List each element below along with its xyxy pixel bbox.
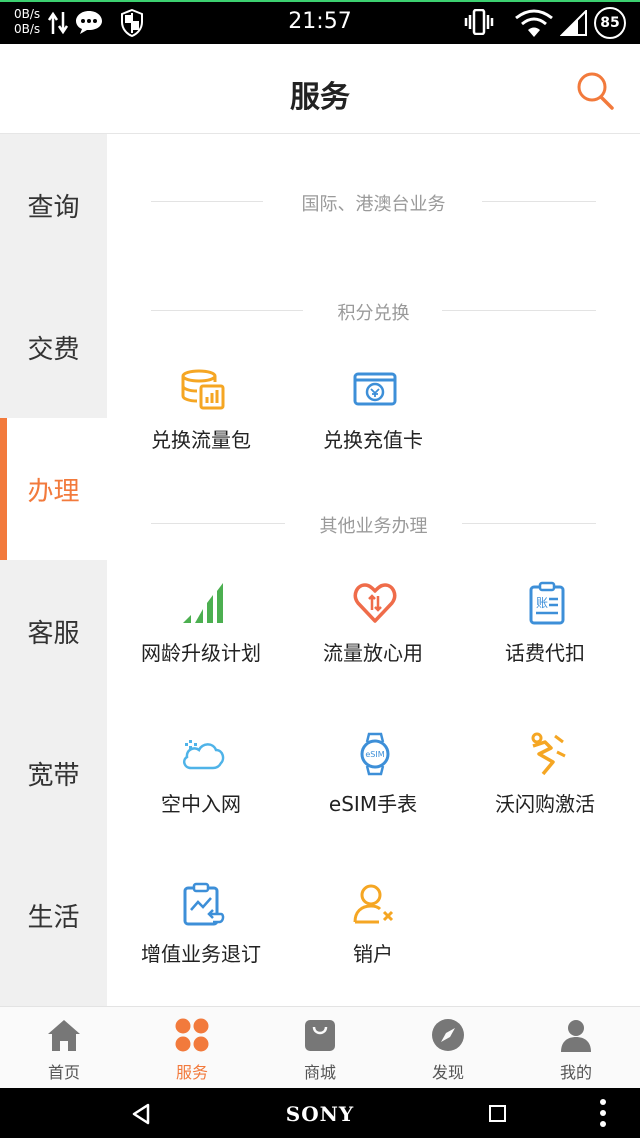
service-label: 沃闪购激活 <box>495 792 595 816</box>
service-label: 兑换流量包 <box>151 428 251 452</box>
service-exchange-data-package[interactable]: 兑换流量包 <box>115 368 287 468</box>
service-label: eSIM手表 <box>328 792 418 816</box>
service-label: 增值业务退订 <box>141 942 261 966</box>
compass-icon <box>432 1019 464 1051</box>
data-package-icon <box>181 369 225 410</box>
shop-bag-icon <box>305 1020 335 1051</box>
tab-label: 发现 <box>431 1063 464 1082</box>
service-exchange-recharge-card[interactable]: 兑换充值卡 <box>287 368 459 468</box>
status-bar: 0B/s 0B/s 21:57 85 <box>0 0 640 44</box>
cloud-icon <box>182 740 225 770</box>
service-vas-unsubscribe[interactable]: 增值业务退订 <box>115 882 287 982</box>
tab-mall[interactable]: 商城 <box>256 1007 384 1089</box>
service-label: 兑换充值卡 <box>323 428 423 452</box>
sidebar-item-query[interactable]: 查询 <box>0 134 107 276</box>
tab-discover[interactable]: 发现 <box>384 1007 512 1089</box>
sidebar-item-customer-service[interactable]: 客服 <box>0 560 107 702</box>
section-title-other: 其他业务办理 <box>319 516 428 537</box>
recent-apps-icon[interactable] <box>489 1105 506 1122</box>
service-cancel-account[interactable]: 销户 <box>287 882 459 982</box>
heart-data-icon <box>353 583 397 623</box>
service-network-age-upgrade[interactable]: 网龄升级计划 <box>115 581 287 681</box>
overflow-menu-icon[interactable] <box>600 1098 606 1128</box>
signal-icon <box>560 10 587 36</box>
service-bill-autopay[interactable]: 账 话费代扣 <box>459 581 631 681</box>
tab-service[interactable]: 服务 <box>128 1007 256 1089</box>
sidebar-item-label: 查询 <box>27 192 80 223</box>
service-wo-flash-activate[interactable]: 沃闪购激活 <box>459 732 631 832</box>
sidebar-item-label: 交费 <box>27 334 80 365</box>
signal-bars-icon <box>183 583 223 623</box>
sidebar-item-payment[interactable]: 交费 <box>0 276 107 418</box>
brand-logo: SONY <box>285 1102 355 1126</box>
service-esim-watch[interactable]: eSIM eSIM手表 <box>287 732 459 832</box>
wifi-icon <box>515 9 553 37</box>
tab-label: 服务 <box>175 1063 208 1082</box>
service-label: 销户 <box>353 942 393 966</box>
section-title-intl: 国际、港澳台业务 <box>301 194 446 215</box>
section-header-other: 其他业务办理 <box>107 508 640 538</box>
bill-clipboard-icon: 账 <box>529 581 565 625</box>
tab-home[interactable]: 首页 <box>0 1007 128 1089</box>
search-icon[interactable] <box>575 70 615 110</box>
section-title-points: 积分兑换 <box>337 303 410 324</box>
sidebar-item-label: 宽带 <box>27 760 80 791</box>
service-worry-free-data[interactable]: 流量放心用 <box>287 581 459 681</box>
status-accent-line <box>0 0 640 2</box>
user-icon <box>561 1020 591 1052</box>
service-label: 话费代扣 <box>505 641 585 665</box>
sidebar-item-broadband[interactable]: 宽带 <box>0 702 107 844</box>
section-header-intl[interactable]: 国际、港澳台业务 <box>107 186 640 216</box>
service-label: 空中入网 <box>161 792 241 816</box>
watch-icon: eSIM <box>360 732 390 776</box>
sidebar-item-handle[interactable]: 办理 <box>0 418 107 560</box>
service-label: 流量放心用 <box>323 641 423 665</box>
unsubscribe-icon <box>183 882 225 926</box>
bottom-tab-bar: 首页 服务 商城 发现 我的 <box>0 1006 640 1088</box>
svg-text:eSIM: eSIM <box>365 750 384 759</box>
sidebar-item-life[interactable]: 生活 <box>0 844 107 986</box>
section-header-points: 积分兑换 <box>107 295 640 325</box>
cancel-user-icon <box>353 884 394 924</box>
sidebar-item-label: 办理 <box>27 476 80 507</box>
battery-indicator: 85 <box>594 7 626 39</box>
recharge-card-icon <box>353 372 397 406</box>
sidebar-item-label: 生活 <box>27 902 80 933</box>
home-icon <box>48 1020 80 1051</box>
tab-mine[interactable]: 我的 <box>512 1007 640 1089</box>
tab-label: 首页 <box>47 1063 80 1082</box>
svg-text:账: 账 <box>536 596 548 610</box>
app-header: 服务 <box>0 44 640 134</box>
service-label: 网龄升级计划 <box>141 641 261 665</box>
lightning-icon <box>531 732 566 776</box>
vibrate-icon <box>464 9 494 35</box>
sidebar-item-label: 客服 <box>27 618 80 649</box>
page-title: 服务 <box>290 80 350 115</box>
category-sidebar: 查询 交费 办理 客服 宽带 生活 <box>0 134 107 1006</box>
tab-label: 商城 <box>303 1063 336 1082</box>
service-content: 国际、港澳台业务 积分兑换 兑换流量包 兑换充值卡 其他业务办理 网龄升级计划 … <box>107 134 640 1006</box>
tab-label: 我的 <box>559 1063 592 1082</box>
service-air-network-access[interactable]: 空中入网 <box>115 732 287 832</box>
system-nav-bar: SONY <box>0 1088 640 1138</box>
grid-icon <box>175 1018 209 1052</box>
